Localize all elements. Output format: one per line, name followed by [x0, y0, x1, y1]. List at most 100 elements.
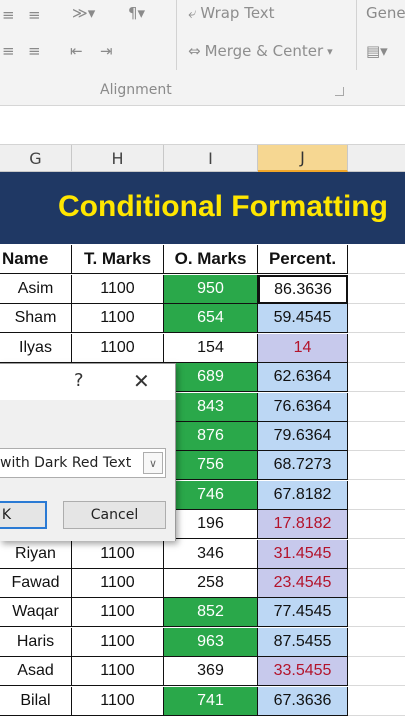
empty-cell[interactable]: [348, 451, 405, 480]
ok-button[interactable]: K: [0, 501, 47, 529]
chevron-down-icon[interactable]: ∨: [143, 452, 163, 474]
cell-obtained-marks[interactable]: 950: [164, 275, 258, 304]
header-percent[interactable]: Percent.: [258, 245, 348, 274]
column-header-j[interactable]: J: [258, 145, 348, 172]
cell-total-marks[interactable]: 1100: [72, 334, 164, 363]
header-name[interactable]: Name: [0, 245, 72, 274]
merge-center-icon: ⇔: [188, 42, 201, 60]
help-button[interactable]: ?: [74, 370, 84, 391]
empty-cell[interactable]: [348, 481, 405, 510]
cell-name[interactable]: Riyan: [0, 540, 72, 569]
cell-percent[interactable]: 86.3636: [258, 275, 348, 304]
cell-name[interactable]: Asad: [0, 657, 72, 686]
cell-obtained-marks[interactable]: 654: [164, 304, 258, 333]
cell-obtained-marks[interactable]: 746: [164, 481, 258, 510]
cell-obtained-marks[interactable]: 843: [164, 393, 258, 422]
empty-cell[interactable]: [348, 569, 405, 598]
chevron-down-icon[interactable]: ▾: [327, 45, 333, 58]
cell-total-marks[interactable]: 1100: [72, 657, 164, 686]
align-right-icon[interactable]: ≡: [28, 42, 41, 60]
cell-total-marks[interactable]: 1100: [72, 275, 164, 304]
empty-cell[interactable]: [348, 598, 405, 627]
dialog-launcher-icon[interactable]: [335, 87, 344, 96]
empty-cell[interactable]: [348, 657, 405, 686]
cell-percent[interactable]: 17.8182: [258, 510, 348, 539]
cell-percent[interactable]: 62.6364: [258, 363, 348, 392]
cell-obtained-marks[interactable]: 154: [164, 334, 258, 363]
cell-obtained-marks[interactable]: 196: [164, 510, 258, 539]
empty-cell[interactable]: [348, 628, 405, 657]
dialog-titlebar: ? ✕: [0, 364, 175, 400]
merge-center-label: Merge & Center: [204, 42, 324, 60]
empty-cell[interactable]: [348, 687, 405, 716]
paragraph-direction-icon[interactable]: ¶▾: [128, 4, 145, 22]
cell-name[interactable]: Sham: [0, 304, 72, 333]
cell-percent[interactable]: 77.4545: [258, 598, 348, 627]
empty-cell[interactable]: [348, 334, 405, 363]
cell-total-marks[interactable]: 1100: [72, 540, 164, 569]
cell-obtained-marks[interactable]: 756: [164, 451, 258, 480]
cell-name[interactable]: Fawad: [0, 569, 72, 598]
cell-obtained-marks[interactable]: 741: [164, 687, 258, 716]
cell-obtained-marks[interactable]: 876: [164, 422, 258, 451]
cell-percent[interactable]: 76.6364: [258, 393, 348, 422]
cell-percent[interactable]: 31.4545: [258, 540, 348, 569]
increase-indent-icon[interactable]: ⇥: [100, 42, 113, 60]
cell-percent[interactable]: 87.5455: [258, 628, 348, 657]
cell-total-marks[interactable]: 1100: [72, 304, 164, 333]
cell-total-marks[interactable]: 1100: [72, 687, 164, 716]
ribbon: ≡ ≡ ≫▾ ¶▾ ⤶ Wrap Text Gener ≡ ≡ ⇤ ⇥ ⇔ Me…: [0, 0, 405, 106]
cell-percent[interactable]: 68.7273: [258, 451, 348, 480]
format-style-dropdown[interactable]: with Dark Red Text ∨: [0, 448, 166, 478]
cell-obtained-marks[interactable]: 689: [164, 363, 258, 392]
header-obtained-marks[interactable]: O. Marks: [164, 245, 258, 274]
wrap-text-button[interactable]: ⤶ Wrap Text: [188, 4, 275, 22]
header-total-marks[interactable]: T. Marks: [72, 245, 164, 274]
empty-cell[interactable]: [348, 363, 405, 392]
cell-name[interactable]: Haris: [0, 628, 72, 657]
cell-name[interactable]: Waqar: [0, 598, 72, 627]
cell-name[interactable]: Bilal: [0, 687, 72, 716]
column-header-g[interactable]: G: [0, 145, 72, 172]
cell-obtained-marks[interactable]: 346: [164, 540, 258, 569]
empty-cell[interactable]: [348, 393, 405, 422]
empty-cell[interactable]: [348, 540, 405, 569]
cell-total-marks[interactable]: 1100: [72, 598, 164, 627]
empty-cell[interactable]: [348, 422, 405, 451]
empty-cell[interactable]: [348, 304, 405, 333]
cell-obtained-marks[interactable]: 963: [164, 628, 258, 657]
cell-obtained-marks[interactable]: 369: [164, 657, 258, 686]
align-center-icon[interactable]: ≡: [2, 6, 15, 24]
cell-percent[interactable]: 14: [258, 334, 348, 363]
cell-total-marks[interactable]: 1100: [72, 569, 164, 598]
cell-obtained-marks[interactable]: 258: [164, 569, 258, 598]
align-right-top-icon[interactable]: ≡: [28, 6, 41, 24]
align-left-icon[interactable]: ≡: [2, 42, 15, 60]
empty-cell[interactable]: [348, 245, 405, 274]
cell-percent[interactable]: 59.4545: [258, 304, 348, 333]
merge-center-button[interactable]: ⇔ Merge & Center ▾: [188, 42, 333, 60]
cancel-button[interactable]: Cancel: [63, 501, 166, 529]
number-format-dropdown[interactable]: Gener: [366, 4, 405, 22]
empty-cell[interactable]: [348, 275, 405, 304]
cell-percent[interactable]: 79.6364: [258, 422, 348, 451]
cell-percent[interactable]: 67.3636: [258, 687, 348, 716]
cell-name[interactable]: Ilyas: [0, 334, 72, 363]
cell-total-marks[interactable]: 1100: [72, 628, 164, 657]
cell-percent[interactable]: 33.5455: [258, 657, 348, 686]
title-banner[interactable]: Conditional Formatting: [0, 172, 405, 244]
currency-format-icon[interactable]: ▤▾: [366, 42, 388, 60]
ribbon-separator: [356, 0, 357, 70]
decrease-indent-icon[interactable]: ⇤: [70, 42, 83, 60]
close-icon[interactable]: ✕: [133, 369, 150, 393]
empty-cell[interactable]: [348, 510, 405, 539]
cell-name[interactable]: Asim: [0, 275, 72, 304]
orientation-icon[interactable]: ≫▾: [72, 4, 95, 22]
cell-percent[interactable]: 67.8182: [258, 481, 348, 510]
cell-percent[interactable]: 23.4545: [258, 569, 348, 598]
cell-obtained-marks[interactable]: 852: [164, 598, 258, 627]
column-header-h[interactable]: H: [72, 145, 164, 172]
column-header-k[interactable]: [348, 145, 405, 172]
column-header-i[interactable]: I: [164, 145, 258, 172]
ribbon-separator: [176, 0, 177, 70]
